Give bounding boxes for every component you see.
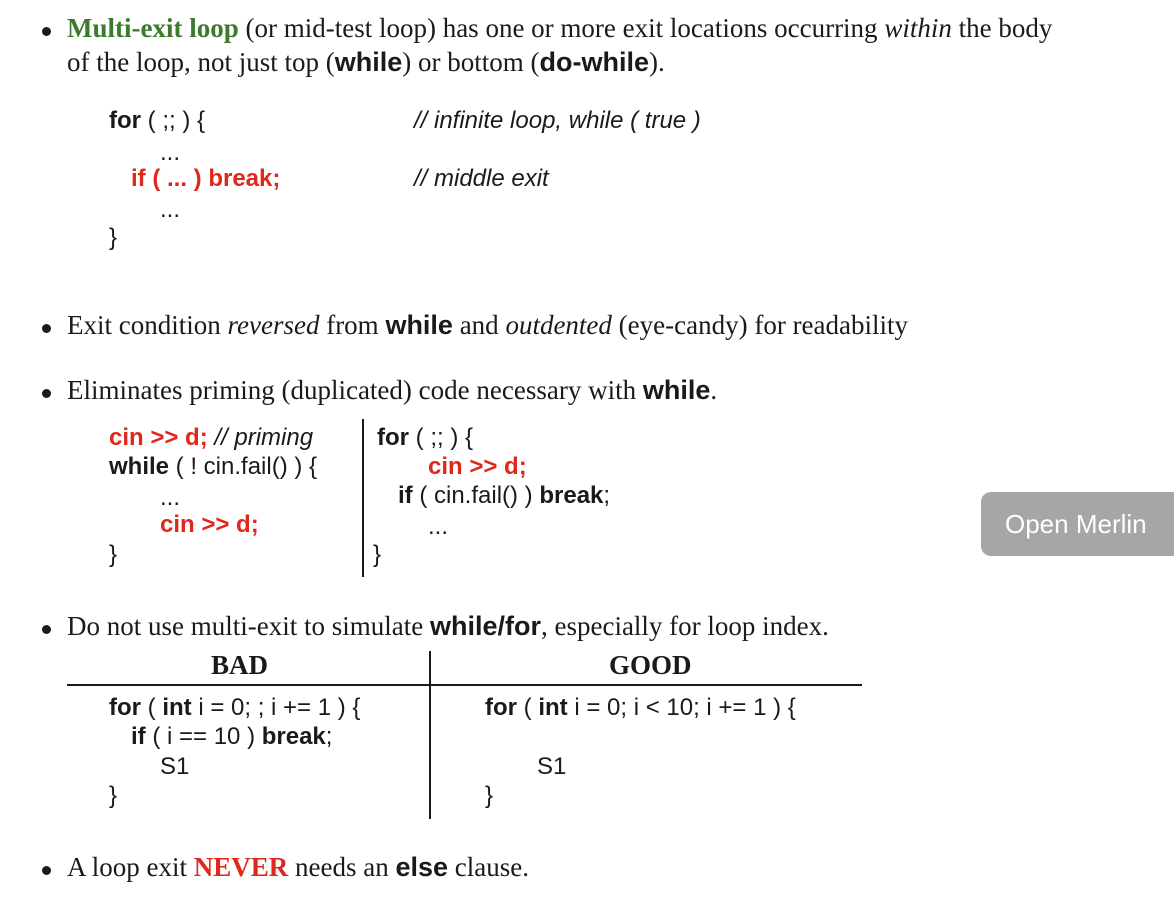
bullet-dot [42, 27, 51, 36]
code1-dots: ... [160, 196, 181, 223]
bad-close-brace: } [109, 782, 118, 809]
code1-comment-infinite: // infinite loop, while ( true ) [414, 107, 701, 134]
table-header-good: GOOD [609, 650, 692, 680]
open-merlin-button[interactable]: Open Merlin [981, 492, 1174, 556]
code1-for-line: for ( ;; ) { [109, 107, 206, 134]
code2-right-if-line: if ( cin.fail() ) break; [398, 482, 611, 509]
table-header-bad: BAD [211, 650, 269, 680]
code2-left-close-brace: } [109, 541, 118, 568]
code2-left-cin-line: cin >> d; [160, 511, 259, 538]
bad-s1: S1 [160, 753, 190, 780]
bullet-dot [42, 324, 51, 333]
good-for-line: for ( int i = 0; i < 10; i += 1 ) { [485, 694, 796, 721]
code1-close-brace: } [109, 224, 118, 251]
bullet3-text: Eliminates priming (duplicated) code nec… [67, 375, 718, 405]
table-header-rule [67, 684, 862, 686]
bullet1-line1: Multi-exit loop (or mid-test loop) has o… [67, 13, 1053, 43]
code1-comment-middle: // middle exit [414, 165, 549, 192]
code2-right-dots: ... [428, 513, 449, 540]
code2-right-for-line: for ( ;; ) { [377, 424, 474, 451]
bullet-dot [42, 866, 51, 875]
code2-right-close-brace: } [373, 541, 382, 568]
bad-if-line: if ( i == 10 ) break; [131, 723, 333, 750]
code2-divider [362, 419, 364, 577]
code1-if-break: if ( ... ) break; [131, 165, 281, 192]
term-multi-exit-loop: Multi-exit loop [67, 13, 239, 43]
bullet1-line2: of the loop, not just top (while) or bot… [67, 47, 665, 77]
code1-dots: ... [160, 139, 181, 166]
bullet5-text: A loop exit NEVER needs an else clause. [67, 852, 530, 882]
bullet2-text: Exit condition reversed from while and o… [67, 310, 909, 340]
code2-right-cin-line: cin >> d; [428, 453, 527, 480]
bad-for-line: for ( int i = 0; ; i += 1 ) { [109, 694, 361, 721]
good-s1: S1 [537, 753, 567, 780]
bullet-dot [42, 389, 51, 398]
table-column-divider [429, 651, 431, 819]
bullet-dot [42, 625, 51, 634]
bullet4-text: Do not use multi-exit to simulate while/… [67, 611, 829, 641]
code2-left-priming-line: cin >> d; // priming [109, 424, 314, 451]
code2-left-dots: ... [160, 484, 181, 511]
good-close-brace: } [485, 782, 494, 809]
code2-left-while-line: while ( ! cin.fail() ) { [109, 453, 318, 480]
